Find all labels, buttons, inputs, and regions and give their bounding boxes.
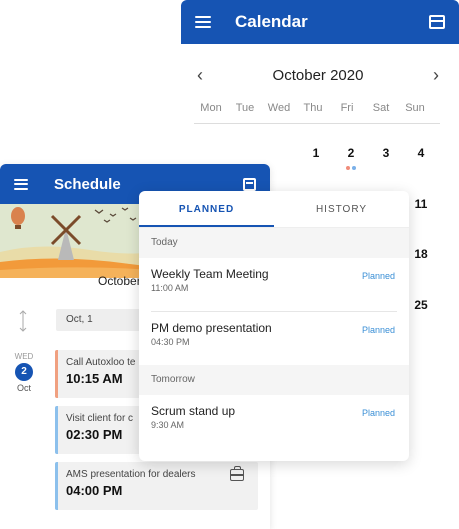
weekday-label: Fri xyxy=(340,102,354,114)
view-toggle-icon[interactable] xyxy=(429,15,445,29)
divider xyxy=(194,123,440,124)
item-time: 04:30 PM xyxy=(151,337,190,347)
schedule-month-heading: October xyxy=(98,274,141,288)
calendar-day[interactable]: 25 xyxy=(409,298,433,312)
event-dot xyxy=(352,166,356,170)
section-header-tomorrow: Tomorrow xyxy=(139,365,409,395)
weekday-label: Thu xyxy=(303,102,323,114)
event-time: 04:00 PM xyxy=(66,483,123,498)
day-month: Oct xyxy=(16,383,31,393)
section-header-today: Today xyxy=(139,228,409,258)
calendar-icon[interactable] xyxy=(243,177,256,191)
list-item[interactable]: Scrum stand up 9:30 AM Planned xyxy=(139,395,409,448)
status-label: Planned xyxy=(361,271,395,281)
day-indicator: WED 2 Oct xyxy=(10,352,38,393)
event-color-bar xyxy=(55,350,58,398)
calendar-day[interactable]: 11 xyxy=(409,197,433,211)
app-stage: Calendar ‹ October 2020 › Mon Tue Wed Th… xyxy=(0,0,459,529)
item-name: Weekly Team Meeting xyxy=(151,267,269,281)
panel-tabs: PLANNED HISTORY xyxy=(139,191,409,228)
weekday-label: Wed xyxy=(267,102,291,114)
list-item[interactable]: PM demo presentation 04:30 PM Planned xyxy=(139,312,409,365)
weekday-header: Mon Tue Wed Thu Fri Sat Sun xyxy=(194,102,458,114)
status-label: Planned xyxy=(361,325,395,335)
day-badge[interactable]: 2 xyxy=(15,363,33,381)
list-item[interactable]: Weekly Team Meeting 11:00 AM Planned xyxy=(139,258,409,311)
briefcase-icon[interactable] xyxy=(230,466,244,481)
weekday-label: Sat xyxy=(372,102,390,114)
calendar-app-bar: Calendar xyxy=(181,0,459,44)
item-name: Scrum stand up xyxy=(151,404,236,418)
weekday-label: Mon xyxy=(200,102,222,114)
calendar-day[interactable]: 2 xyxy=(339,146,363,160)
status-label: Planned xyxy=(361,408,395,418)
schedule-title: Schedule xyxy=(54,175,121,193)
weekday-label: Tue xyxy=(235,102,255,114)
planned-history-panel: PLANNED HISTORY Today Weekly Team Meetin… xyxy=(139,191,409,461)
schedule-event[interactable]: AMS presentation for dealers 04:00 PM xyxy=(55,462,258,510)
vertical-scroll-arrows-icon xyxy=(19,310,27,332)
calendar-title: Calendar xyxy=(235,12,308,31)
hamburger-menu-icon[interactable] xyxy=(14,178,28,190)
day-weekday: WED xyxy=(14,352,34,361)
weekday-label: Sun xyxy=(405,102,425,114)
chevron-right-icon[interactable]: › xyxy=(429,64,443,86)
hamburger-menu-icon[interactable] xyxy=(195,16,211,28)
tab-history[interactable]: HISTORY xyxy=(274,191,409,227)
calendar-day[interactable]: 3 xyxy=(374,146,398,160)
calendar-day[interactable]: 18 xyxy=(409,247,433,261)
calendar-day[interactable]: 1 xyxy=(304,146,328,160)
item-time: 9:30 AM xyxy=(151,420,185,430)
calendar-day[interactable]: 4 xyxy=(409,146,433,160)
item-time: 11:00 AM xyxy=(151,283,189,293)
month-title: October 2020 xyxy=(272,66,364,84)
tab-planned[interactable]: PLANNED xyxy=(139,191,274,227)
event-dots xyxy=(346,166,356,170)
event-dot xyxy=(346,166,350,170)
item-name: PM demo presentation xyxy=(151,321,272,335)
month-navigation: ‹ October 2020 › xyxy=(193,64,443,86)
event-color-bar xyxy=(55,462,58,510)
chevron-left-icon[interactable]: ‹ xyxy=(193,64,207,86)
event-color-bar xyxy=(55,406,58,454)
